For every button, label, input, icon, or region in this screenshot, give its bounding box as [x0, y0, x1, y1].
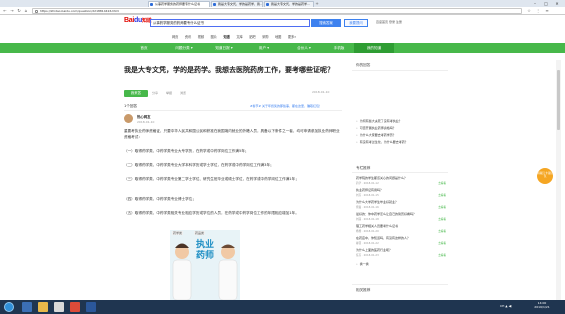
subnav-item-web[interactable]: 网页: [172, 35, 178, 39]
go-see-link[interactable]: 去看看: [438, 229, 446, 233]
subnav-item-video[interactable]: 视频: [198, 35, 204, 39]
ie-icon[interactable]: [22, 302, 32, 312]
back-icon[interactable]: ←: [2, 8, 8, 14]
nav-daily[interactable]: 知道日报 ▾: [204, 43, 244, 53]
search-button[interactable]: 搜索答案: [311, 19, 341, 27]
go-see-link[interactable]: 去看看: [438, 205, 446, 209]
answer-username[interactable]: 热心网友: [137, 114, 151, 119]
subnav-item-zhidao[interactable]: 知道: [224, 35, 230, 39]
divider: [124, 110, 342, 111]
address-bar: ← → ↻ ⌂ https://zhidao.baidu.com/questio…: [0, 7, 565, 15]
main-nav: 首页 问题分类 ▾ 知道日报 ▾ 用户 ▾ 合伙人 ▾ 手机版 我的知道: [0, 43, 565, 53]
answer-image: 药学类 药品类 执业药师: [170, 230, 240, 300]
recommend-item[interactable]: 在药店中，你知道吗，有没有这样的人？ 柳亚 · 2018-01-22 去看看: [356, 236, 446, 245]
url-input[interactable]: https://zhidao.baidu.com/question/221881…: [32, 8, 522, 14]
recommend-item[interactable]: 最好的：你中药学怎么让自己的简历好看吗？ 刘丽 · 2018-01-18 去看看: [356, 212, 446, 221]
scrollbar[interactable]: [556, 60, 561, 300]
answer-paragraph: 重要考执业药师资格证，只要中华人民共和国公民和获准在我国境内就业的外籍人员，具备…: [124, 129, 340, 139]
taskbar: [0, 300, 565, 314]
favicon-icon: [213, 3, 216, 6]
related-question[interactable]: 有没有考过生化，为什么要去考药？: [356, 140, 408, 144]
go-see-link[interactable]: 去看看: [438, 217, 446, 221]
folder-icon[interactable]: [38, 302, 48, 312]
system-tray[interactable]: CH ▲ ◀): [500, 304, 512, 308]
recommend-item[interactable]: 理工药学相关人员要考什么证书 杨杨 · 2018-01-20 去看看: [356, 224, 446, 233]
scrollbar-thumb[interactable]: [557, 70, 560, 130]
recommend-item[interactable]: 为什么上面的医药行业呢？ 任苏 · 2018-01-23 去看看: [356, 248, 446, 257]
go-see-link[interactable]: 去看看: [438, 241, 446, 245]
question-title: 我是大专文凭，学的是药学。我想去医院药房工作，要考哪些证呢？: [124, 66, 334, 74]
refresh-icon[interactable]: ↻: [16, 8, 22, 14]
recommend-item[interactable]: 药学院的学生都该关心的问题是什么？ 药学 · 2018-01-12 去看看: [356, 176, 446, 185]
divider: [352, 172, 448, 173]
go-see-link[interactable]: 去看看: [438, 181, 446, 185]
nav-partners[interactable]: 合伙人 ▾: [284, 43, 324, 53]
recommend-item[interactable]: 为什么大学药学生毕业好就业？ 熊猫 · 2018-01-16 去看看: [356, 200, 446, 209]
subnav-item-wenku[interactable]: 文库: [236, 35, 242, 39]
go-see-link[interactable]: 去看看: [438, 253, 446, 257]
recommend-heading: 专栏推荐: [356, 166, 371, 170]
divider: [352, 284, 448, 285]
favicon-icon: [150, 3, 153, 6]
extensions-icon[interactable]: ⋮: [535, 8, 541, 14]
new-tab-icon[interactable]: +: [314, 1, 320, 6]
sidebar-answer-heading: 你的回答: [356, 63, 371, 67]
subnav-item-map[interactable]: 地图: [275, 35, 281, 39]
answer-paragraph: （四）取得药学类、中药学类专业博士学位；: [124, 197, 196, 201]
subnav-item-image[interactable]: 图片: [211, 35, 217, 39]
promo-link[interactable]: #春节# 关于年终奖的那些事，都在这里，赚取红包！: [250, 104, 322, 108]
avatar[interactable]: [124, 114, 133, 123]
refresh-link[interactable]: 换一换: [356, 262, 369, 266]
divider: [352, 70, 448, 71]
answer-paragraph: （一）取得药学类、中药学类专业大专学历，在药学或中药学岗位工作满5年；: [124, 149, 249, 153]
report-link[interactable]: 举报: [166, 91, 172, 95]
star-icon[interactable]: ☆: [526, 8, 532, 14]
answer-button[interactable]: 我来答: [124, 90, 148, 97]
maximize-icon[interactable]: □: [541, 0, 551, 7]
nav-users[interactable]: 用户 ▾: [244, 43, 284, 53]
clock[interactable]: 14:00 2019/1/21: [528, 301, 556, 309]
sub-nav: 网页 资讯 视频 图片 知道 文库 贴吧 采购 地图 更多»: [172, 34, 303, 39]
go-see-link[interactable]: 去看看: [438, 193, 446, 197]
nav-my-zhidao[interactable]: 我的知道: [354, 43, 394, 53]
close-icon[interactable]: ✕: [552, 0, 562, 7]
lock-icon: [35, 10, 38, 13]
answer-paragraph: （三）取得药学类、中药学类专业第二学士学位、研究生班毕业或硕士学位，在药学或中药…: [124, 177, 299, 181]
word-icon[interactable]: [86, 302, 96, 312]
nav-categories[interactable]: 问题分类 ▾: [164, 43, 204, 53]
minimize-icon[interactable]: –: [530, 0, 540, 7]
view-count: 浏览: [180, 91, 187, 95]
nav-home[interactable]: 首页: [124, 43, 164, 53]
related-question[interactable]: 为什么大家要去考药学历？: [356, 133, 396, 137]
nav-mobile[interactable]: 手机版: [324, 43, 354, 53]
baidu-zhidao-logo[interactable]: Baidu知道: [124, 17, 152, 24]
chrome-icon[interactable]: [70, 302, 80, 312]
ask-button[interactable]: 我要提问: [344, 19, 368, 27]
answer-paragraph: （五）取得药学类、中药学类相关专业相应学历或学位的人员，在药学或中药学岗位工作的…: [124, 211, 299, 215]
subnav-item-more[interactable]: 更多»: [288, 35, 296, 39]
recommend-item[interactable]: 执业药师证有用吗？ 刘苏 · 2018-01-15 去看看: [356, 188, 446, 197]
subnav-item-caigou[interactable]: 采购: [262, 35, 268, 39]
start-button[interactable]: [4, 302, 14, 312]
media-icon[interactable]: [54, 302, 64, 312]
home-icon[interactable]: ⌂: [23, 8, 29, 14]
answer-paragraph: （二）取得药学类、中药学类专业大学本科学历或学士学位，在药学或中药学岗位工作满3…: [124, 163, 274, 167]
forward-icon[interactable]: →: [9, 8, 15, 14]
answer-count: 1个回答: [124, 104, 138, 108]
red-packet-badge[interactable]: 捐献打卡领红包: [537, 168, 553, 184]
question-date: 2018-01-10: [312, 90, 330, 94]
settings-icon[interactable]: ≡: [544, 8, 550, 14]
bottom-heading: 相关推荐: [356, 288, 371, 292]
share-link[interactable]: 分享: [152, 91, 158, 95]
subnav-item-tieba[interactable]: 贴吧: [249, 35, 255, 39]
favicon-icon: [266, 3, 269, 6]
subnav-item-news[interactable]: 资讯: [185, 35, 191, 39]
image-caption: 执业药师: [195, 240, 214, 261]
top-links[interactable]: 百度首页 登录 注册: [376, 20, 402, 24]
related-question[interactable]: 可否开展执业药师资格吗？: [356, 126, 396, 130]
answer-date: 2018-01-10: [137, 120, 155, 124]
search-input[interactable]: 从事药学服务的药师要专什么证书: [150, 19, 310, 27]
related-question[interactable]: 为何有些大夫死了没有考执业？: [356, 119, 402, 123]
